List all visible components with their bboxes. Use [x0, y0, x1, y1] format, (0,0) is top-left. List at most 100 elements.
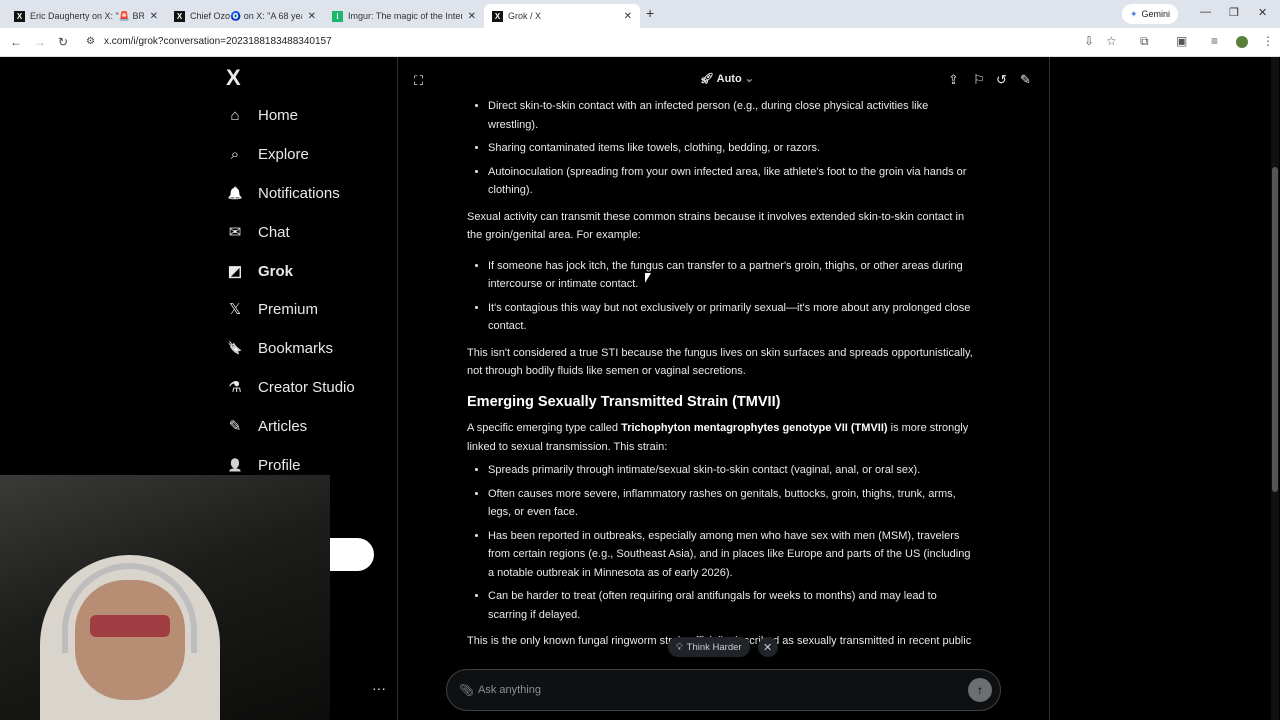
glasses-shape [90, 615, 170, 637]
bullet-list: Direct skin-to-skin contact with an infe… [467, 97, 977, 200]
paragraph-text: A specific emerging type called [467, 422, 622, 434]
think-harder-button[interactable]: 💡︎ Think Harder [668, 637, 750, 657]
post-button[interactable] [330, 538, 374, 571]
bookmark-icon: 🔖 [227, 341, 243, 355]
sidebar-item-label: Grok [258, 262, 294, 280]
person-icon: 👤 [227, 458, 243, 472]
think-harder-bar: 💡︎ Think Harder ✕ [668, 637, 778, 657]
star-icon[interactable]: ☆ [1106, 34, 1117, 48]
imgur-icon: i [332, 10, 343, 22]
site-info-icon[interactable]: ⚙ [86, 36, 95, 47]
mouse-cursor [645, 273, 651, 283]
strain-name: Trichophyton mentagrophytes genotype VII… [621, 422, 888, 434]
send-button[interactable]: ↑ [968, 678, 992, 702]
column-divider [1049, 57, 1050, 720]
sidebar-item-grok[interactable]: ◩ Grok [226, 262, 294, 281]
browser-tab-bar: X Eric Daugherty on X: "🚨 BREAK ✕ X Chie… [0, 0, 1280, 28]
mail-icon: ✉ [228, 224, 242, 241]
sidebar-item-creator-studio[interactable]: ⚗ Creator Studio [226, 378, 355, 397]
sidebar-item-label: Profile [258, 456, 301, 474]
close-icon[interactable]: ✕ [624, 11, 632, 22]
forward-icon[interactable]: → [34, 35, 46, 49]
page: X ⌂ Home ⌕ Explore 🔔 Notifications ✉ Cha… [0, 57, 1280, 720]
share-icon[interactable]: ⇪ [948, 72, 959, 88]
mode-selector[interactable]: 🚀︎ Auto ⌄ [700, 72, 754, 85]
tab-title: Chief Ozo🧿 on X: "A 68 year o [190, 10, 302, 21]
arrow-up-icon: ↑ [977, 683, 983, 697]
sidebar-item-label: Notifications [258, 184, 340, 202]
x-icon: X [492, 10, 503, 22]
mode-label: Auto [716, 73, 742, 85]
x-icon: X [14, 10, 25, 22]
expand-icon[interactable]: ⛶ [414, 73, 423, 89]
extensions-icon[interactable]: ⧉ [1140, 34, 1149, 49]
home-icon: ⌂ [230, 106, 240, 124]
kebab-menu-icon[interactable]: ⋮ [1262, 34, 1274, 48]
browser-tab-active[interactable]: X Grok / X ✕ [484, 4, 640, 28]
browser-tab[interactable]: i Imgur: The magic of the Interne ✕ [324, 4, 484, 28]
browser-tab[interactable]: X Eric Daugherty on X: "🚨 BREAK ✕ [6, 4, 166, 28]
paragraph: This isn't considered a true STI because… [467, 346, 973, 378]
tab-title: Grok / X [508, 11, 542, 21]
lightbulb-icon: 💡︎ [676, 641, 683, 653]
sidebar-item-label: Bookmarks [258, 339, 334, 357]
column-divider [397, 57, 398, 720]
x-premium-icon: 𝕏 [228, 301, 242, 318]
x-icon: X [174, 10, 185, 22]
x-logo[interactable]: X [226, 65, 241, 91]
ask-input[interactable] [478, 680, 948, 700]
window-close-icon[interactable]: ✕ [1258, 6, 1267, 19]
sidebar-item-home[interactable]: ⌂ Home [226, 106, 298, 124]
sidebar-item-label: Home [258, 106, 299, 124]
webcam-face [75, 580, 185, 700]
list-item: It's contagious this way but not exclusi… [488, 299, 977, 336]
menu-list-icon[interactable]: ≡ [1211, 34, 1218, 48]
install-icon[interactable]: ⇩ [1084, 34, 1094, 48]
minimize-icon[interactable]: — [1200, 6, 1211, 18]
tab-title: Imgur: The magic of the Interne [348, 11, 462, 21]
gemini-label: Gemini [1141, 9, 1171, 19]
sidebar-item-profile[interactable]: 👤 Profile [226, 456, 301, 474]
scrollbar-thumb[interactable] [1272, 167, 1278, 492]
restore-icon[interactable]: ❐ [1229, 6, 1239, 19]
close-icon[interactable]: ✕ [308, 11, 316, 22]
sidebar-item-label: Creator Studio [258, 378, 355, 396]
sidebar-item-articles[interactable]: ✎ Articles [226, 417, 307, 436]
bullet-list: Spreads primarily through intimate/sexua… [467, 461, 977, 624]
webcam-overlay [0, 475, 330, 720]
paperclip-icon[interactable]: 📎︎ [459, 683, 474, 697]
article-icon: ✎ [228, 418, 242, 435]
list-item: Often causes more severe, inflammatory r… [488, 485, 977, 522]
new-chat-icon[interactable]: ✎ [1020, 72, 1031, 88]
bullet-list: If someone has jock itch, the fungus can… [467, 257, 977, 336]
sidebar-item-label: Chat [258, 223, 290, 241]
browser-tab[interactable]: X Chief Ozo🧿 on X: "A 68 year o ✕ [166, 4, 324, 28]
paragraph: A specific emerging type called Trichoph… [467, 419, 977, 456]
grok-response: Direct skin-to-skin contact with an infe… [467, 97, 977, 663]
sidebar-item-chat[interactable]: ✉ Chat [226, 223, 290, 242]
sidebar-item-notifications[interactable]: 🔔 Notifications [226, 184, 340, 202]
new-tab-icon[interactable]: + [646, 5, 654, 21]
search-icon: ⌕ [230, 145, 240, 163]
close-icon[interactable]: ✕ [468, 11, 476, 22]
address-bar: ← → ↻ ⚙ x.com/i/grok?conversation=202318… [0, 28, 1280, 57]
list-item: If someone has jock itch, the fungus can… [488, 257, 977, 294]
sidebar-item-label: Premium [258, 300, 319, 318]
close-icon[interactable]: ✕ [150, 11, 158, 22]
think-harder-label: Think Harder [686, 641, 742, 653]
sidebar-item-premium[interactable]: 𝕏 Premium [226, 300, 319, 319]
back-icon[interactable]: ← [10, 35, 22, 49]
list-item: Spreads primarily through intimate/sexua… [488, 461, 977, 480]
bookmark-icon[interactable]: ⚐ [973, 72, 985, 88]
gemini-button[interactable]: ✦ Gemini [1122, 4, 1179, 24]
list-item: Can be harder to treat (often requiring … [488, 587, 977, 624]
sidebar-item-explore[interactable]: ⌕ Explore [226, 145, 309, 163]
split-view-icon[interactable]: ▣ [1176, 34, 1187, 48]
close-icon[interactable]: ✕ [757, 637, 778, 657]
more-icon[interactable]: ··· [372, 680, 386, 696]
reload-icon[interactable]: ↻ [58, 35, 68, 49]
url-field[interactable]: x.com/i/grok?conversation=20231881834883… [104, 36, 332, 47]
history-icon[interactable]: ↺ [996, 72, 1007, 88]
avatar[interactable] [1236, 36, 1248, 48]
sidebar-item-bookmarks[interactable]: 🔖 Bookmarks [226, 339, 334, 357]
